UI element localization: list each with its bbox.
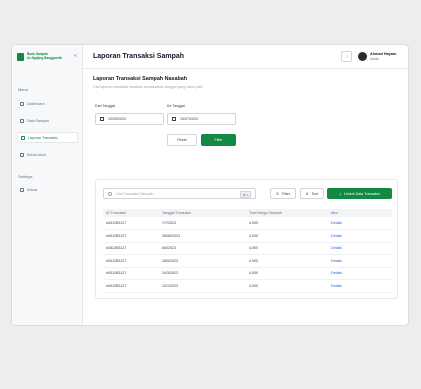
app-window: Bank Sampah Ar-Ngajing Banggareth « Menu… [11,44,409,326]
avatar[interactable] [358,52,367,61]
user-card-icon [20,152,24,157]
calendar-icon [172,117,176,121]
sidebar-item-label: Kelola Akun [27,152,46,157]
transaction-id: #4512B3127 [106,233,127,238]
column-header: Aksi [331,211,338,215]
page-title: Laporan Transaksi Sampah [93,53,185,60]
table-row: #4512B3127 16/5/2023 4.000 Details [103,255,392,268]
transaction-total: 4.000 [249,221,258,225]
transaction-total: 4.000 [249,233,258,238]
filter-section-subtitle: Cari laporan transaksi nasabah berdasark… [93,85,203,89]
transaction-total: 4.000 [249,258,258,263]
sort-icon: ⇵ [305,191,309,196]
user-role: Admin [370,57,380,61]
sidebar-item-data-sampah[interactable]: Data Sampah [17,115,78,126]
transaction-date: 16/5/2023 [162,258,178,263]
sidebar-item-label: Keluar [27,187,38,192]
transaction-date: 24/3/2023 [162,271,178,276]
table-filter-label: Filter [282,191,290,196]
collapse-sidebar-icon[interactable]: « [74,53,77,59]
sidebar-item-label: Dashboard [27,101,45,106]
menu-section-label: Menu [18,87,29,92]
notification-bell-icon[interactable]: ♢ [341,51,352,62]
table-header-row: ID Transaksi Tanggal Transaksi Total Har… [103,209,392,217]
details-link[interactable]: Details [328,242,392,255]
from-date-input[interactable]: 10/09/2023 [95,113,164,125]
from-date-value: 10/09/2023 [108,117,126,121]
filter-section-title: Laporan Transaksi Sampah Nasabah [93,76,188,82]
brand[interactable]: Bank Sampah Ar-Ngajing Banggareth [17,52,62,61]
main-content: Laporan Transaksi Sampah ♢ Ahmad Hayam A… [83,45,408,325]
transaction-id: #4512B3127 [106,246,127,251]
report-icon [21,135,25,140]
transaction-total: 4.000 [249,246,258,251]
sidebar-item-kelola-akun[interactable]: Kelola Akun [17,149,78,160]
to-date-value: 15/07/2023 [180,117,198,121]
download-button[interactable]: ⤓ Unduh Data Transaksi [327,188,392,199]
column-header[interactable]: ID Transaksi [103,209,159,217]
reset-button[interactable]: Reset [167,134,197,146]
transaction-id: #4512B3127 [106,221,127,225]
transaction-date: 7/7/2023 [162,221,176,225]
transaction-date: 6/6/2023 [162,246,176,251]
from-date-label: Dari Tanggal [95,104,116,108]
transaction-total: 4.000 [249,283,258,288]
settings-section-label: Settings [18,174,33,179]
transactions-table: ID Transaksi Tanggal Transaksi Total Har… [103,209,392,293]
filter-icon: ⇅ [275,191,279,196]
transaction-date: 12/1/2023 [162,283,178,288]
top-bar: Laporan Transaksi Sampah ♢ Ahmad Hayam A… [83,45,408,69]
column-header[interactable]: Tanggal Transaksi [159,209,246,217]
details-link[interactable]: Details [328,280,392,293]
search-icon [108,191,112,196]
brand-location: Ar-Ngajing Banggareth [27,56,62,60]
details-link[interactable]: Details [328,255,392,268]
download-icon: ⤓ [339,191,342,196]
sidebar-item-logout[interactable]: Keluar [17,184,78,195]
table-row: #4512B3127 24/3/2023 4.000 Details [103,267,392,280]
sidebar-item-label: Laporan Transaksi [28,135,58,140]
dashboard-icon [20,101,24,106]
sort-button[interactable]: ⇵ Sort [300,188,324,199]
transaction-id: #4512B3127 [106,258,127,263]
details-link[interactable]: Details [328,230,392,243]
search-input[interactable]: Cari Transaksi Sampah ⌘ K [103,188,256,199]
table-row: #4512B3127 6/6/2023 4.000 Details [103,242,392,255]
transaction-id: #4512B3127 [106,283,127,288]
details-link[interactable]: Details [328,217,392,230]
table-filter-button[interactable]: ⇅ Filter [270,188,296,199]
sidebar: Bank Sampah Ar-Ngajing Banggareth « Menu… [12,45,83,325]
transactions-card: Cari Transaksi Sampah ⌘ K ⇅ Filter ⇵ Sor… [95,179,398,299]
transaction-total: 4.000 [249,271,258,276]
shortcut-badge: ⌘ K [240,191,251,198]
table-row: #4512B3127 12/1/2023 4.000 Details [103,280,392,293]
sidebar-item-laporan-transaksi[interactable]: Laporan Transaksi [17,132,78,143]
transaction-id: #4512B3127 [106,271,127,276]
column-header[interactable]: Total Harga Sampah [246,209,328,217]
logo-icon [17,53,24,61]
sidebar-item-dashboard[interactable]: Dashboard [17,98,78,109]
trash-icon [20,118,24,123]
to-date-label: Ke Tanggal [167,104,185,108]
to-date-input[interactable]: 15/07/2023 [167,113,236,125]
sidebar-item-label: Data Sampah [27,118,49,123]
calendar-icon [100,117,104,121]
filter-button[interactable]: Filter [201,134,236,146]
details-link[interactable]: Details [328,267,392,280]
user-name: Ahmad Hayam [370,52,397,56]
transaction-date: 26/06/2023 [162,233,180,238]
logout-icon [20,187,24,192]
table-row: #4512B3127 26/06/2023 4.000 Details [103,230,392,243]
table-row: #4512B3127 7/7/2023 4.000 Details [103,217,392,230]
download-label: Unduh Data Transaksi [344,191,380,196]
search-placeholder: Cari Transaksi Sampah [116,191,154,196]
sort-label: Sort [311,191,319,196]
